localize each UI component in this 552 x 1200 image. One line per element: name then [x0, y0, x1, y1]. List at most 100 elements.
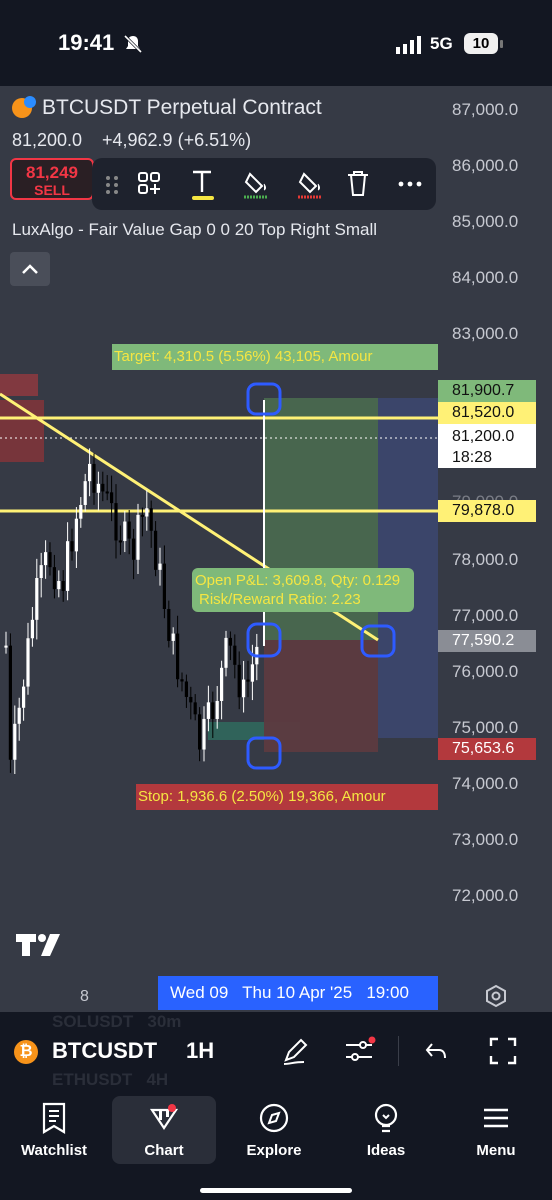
- add-template-icon[interactable]: [132, 166, 168, 202]
- price-tick: 78,000.0: [452, 550, 519, 569]
- interval-selector[interactable]: 1H: [186, 1038, 214, 1064]
- pnl-label[interactable]: Open P&L: 3,609.8, Qty: 0.129 Risk/Rewar…: [192, 568, 414, 612]
- time-axis[interactable]: 8 Wed 09 Thu 10 Apr '25 19:00: [0, 974, 552, 1012]
- candle-body: [132, 538, 136, 560]
- target-label[interactable]: Target: 4,310.5 (5.56%) 43,105, Amour: [112, 344, 438, 370]
- tab-explore[interactable]: Explore: [222, 1096, 326, 1164]
- candle-body: [189, 696, 193, 703]
- candle-body: [167, 608, 171, 641]
- line-color-icon[interactable]: [292, 166, 328, 202]
- price-tick: 85,000.0: [452, 212, 519, 231]
- fullscreen-icon[interactable]: [488, 1036, 518, 1066]
- candle-body: [66, 541, 70, 591]
- indicator-legend[interactable]: LuxAlgo - Fair Value Gap 0 0 20 Top Righ…: [12, 220, 377, 240]
- price-tick: 83,000.0: [452, 324, 519, 343]
- candle-body: [193, 702, 197, 715]
- drawing-toolbar[interactable]: [92, 158, 436, 210]
- drag-handle-icon[interactable]: [96, 166, 132, 202]
- candle-body: [180, 679, 184, 682]
- candle-body: [44, 552, 48, 566]
- stop-label[interactable]: Stop: 1,936.6 (2.50%) 19,366, Amour: [136, 784, 438, 810]
- home-indicator: [200, 1188, 352, 1193]
- price-change: +4,962.9 (+6.51%): [102, 130, 252, 150]
- candle-body: [127, 521, 131, 539]
- candle-body: [61, 581, 65, 591]
- indicators-icon[interactable]: [344, 1036, 376, 1066]
- candle-body: [158, 563, 162, 570]
- candle-body: [52, 567, 56, 590]
- undo-icon[interactable]: [424, 1038, 450, 1064]
- candle-body: [92, 463, 96, 493]
- candle-body: [105, 491, 109, 494]
- current-price-label: 81,200.0 18:28: [438, 424, 536, 468]
- settings-icon[interactable]: [484, 984, 508, 1008]
- candle-body: [237, 664, 241, 698]
- price-tick: 74,000.0: [452, 774, 519, 793]
- compass-icon: [259, 1103, 289, 1133]
- tab-ideas[interactable]: Ideas: [334, 1096, 438, 1164]
- target-price-label: 81,900.7: [438, 380, 536, 402]
- time-tick: 8: [80, 988, 89, 1005]
- candle-body: [171, 633, 175, 641]
- candle-body: [96, 483, 100, 493]
- text-tool-icon[interactable]: [184, 166, 220, 202]
- ghost-symbol-row: ETHUSDT 4H: [52, 1070, 169, 1089]
- candle-body: [13, 723, 17, 760]
- tab-watchlist[interactable]: Watchlist: [2, 1096, 106, 1164]
- price-tick: 75,000.0: [452, 718, 519, 737]
- candle-body: [114, 503, 118, 541]
- status-time: 19:41: [58, 30, 115, 55]
- candle-body: [242, 679, 246, 698]
- drawing-tools-icon[interactable]: [280, 1036, 310, 1066]
- perp-icon: [24, 96, 36, 108]
- battery-cap: [500, 40, 503, 48]
- tradingview-logo-icon: [16, 934, 60, 956]
- candle-body: [224, 637, 228, 668]
- candle-body: [79, 504, 83, 519]
- tab-bar[interactable]: Watchlist Chart Explore Ideas Menu: [0, 1088, 552, 1200]
- candle-body: [83, 481, 87, 505]
- bar-countdown: 18:28: [452, 449, 493, 466]
- tab-label: Explore: [246, 1142, 302, 1159]
- trash-icon[interactable]: [340, 166, 376, 202]
- candle-body: [70, 541, 74, 552]
- lightbulb-icon: [374, 1103, 398, 1133]
- candle-body: [8, 645, 12, 760]
- candle-body: [4, 645, 8, 648]
- more-options-icon[interactable]: [392, 166, 428, 202]
- sell-button[interactable]: 81,249 SELL: [10, 158, 94, 200]
- symbol-selector[interactable]: BTCUSDT: [52, 1038, 157, 1064]
- price-tick: 72,000.0: [452, 886, 519, 905]
- symbol-title[interactable]: BTCUSDT Perpetual Contract: [42, 96, 322, 120]
- candle-body: [26, 638, 30, 687]
- sell-label: SELL: [34, 182, 70, 198]
- network-type: 5G: [430, 34, 453, 53]
- toolbar-divider: [398, 1036, 399, 1066]
- candle-body: [30, 619, 34, 639]
- candle-body: [246, 679, 250, 682]
- hamburger-icon: [484, 1108, 508, 1128]
- watchlist-icon: [42, 1102, 66, 1134]
- bitcoin-icon: ₿: [14, 1040, 38, 1064]
- candle-body: [39, 565, 43, 579]
- current-price: 81,200.0: [452, 428, 515, 445]
- tab-chart[interactable]: Chart: [112, 1096, 216, 1164]
- tab-menu[interactable]: Menu: [444, 1096, 548, 1164]
- fill-color-icon[interactable]: [238, 166, 274, 202]
- fvg-bear-box: [0, 374, 38, 396]
- candle-body: [110, 492, 114, 504]
- bottom-toolbar[interactable]: SOLUSDT 30m ETHUSDT 4H ₿ BTCUSDT 1H: [0, 1012, 552, 1090]
- loss-zone[interactable]: [264, 640, 378, 752]
- tab-label: Ideas: [366, 1142, 406, 1159]
- tab-label: Chart: [144, 1142, 184, 1159]
- tab-label: Menu: [476, 1142, 516, 1159]
- battery-indicator: 10: [464, 33, 498, 54]
- status-bar: 19:41 5G 10: [0, 0, 552, 86]
- price-axis[interactable]: 87,000.0 86,000.0 85,000.0 84,000.0 83,0…: [438, 86, 552, 974]
- candle-body: [176, 633, 180, 680]
- rr-text: Risk/Reward Ratio: 2.23: [199, 591, 361, 608]
- collapse-button[interactable]: [10, 252, 50, 286]
- candle-body: [154, 530, 158, 570]
- candle-body: [162, 563, 166, 609]
- last-price: 81,200.0: [12, 130, 83, 150]
